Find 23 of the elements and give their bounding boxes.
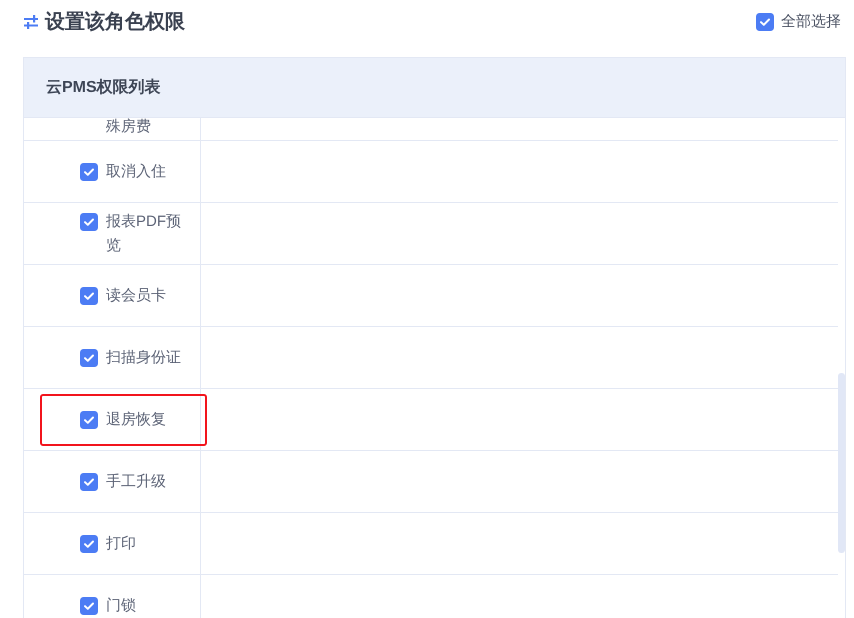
- sliders-icon: [24, 15, 38, 29]
- permission-label: 殊房费: [106, 118, 152, 136]
- checkbox[interactable]: [80, 472, 98, 490]
- permission-label[interactable]: 扫描身份证: [106, 346, 181, 370]
- checkbox[interactable]: [756, 13, 774, 31]
- page-title: 设置该角色权限: [45, 10, 185, 35]
- checkbox[interactable]: [80, 596, 98, 614]
- select-all-label[interactable]: 全部选择: [781, 12, 841, 32]
- permission-label[interactable]: 手工升级: [106, 470, 166, 494]
- permission-label[interactable]: 退房恢复: [106, 408, 166, 432]
- scrollbar-thumb[interactable]: [838, 373, 845, 553]
- checkbox[interactable]: [80, 348, 98, 366]
- permission-label[interactable]: 取消入住: [106, 160, 166, 184]
- checkbox[interactable]: [80, 286, 98, 304]
- permission-label[interactable]: 门锁: [106, 594, 136, 618]
- permission-label[interactable]: 报表PDF预览: [106, 210, 190, 258]
- permission-label[interactable]: 打印: [106, 532, 136, 556]
- checkbox[interactable]: [80, 212, 98, 230]
- checkbox[interactable]: [80, 162, 98, 180]
- permission-label[interactable]: 读会员卡: [106, 284, 166, 308]
- table-title: 云PMS权限列表: [46, 78, 161, 98]
- checkbox[interactable]: [80, 534, 98, 552]
- checkbox[interactable]: [80, 410, 98, 428]
